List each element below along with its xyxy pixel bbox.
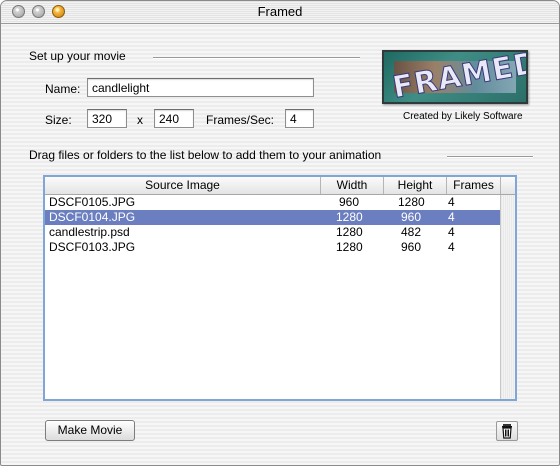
- frames-cell: 4: [448, 225, 455, 239]
- source-cell: candlestrip.psd: [49, 225, 130, 239]
- table-row[interactable]: DSCF0105.JPG 960 1280 4: [45, 195, 501, 210]
- source-cell: DSCF0105.JPG: [49, 195, 136, 209]
- make-movie-button[interactable]: Make Movie: [45, 420, 135, 441]
- height-cell: 482: [401, 225, 422, 239]
- trash-icon: [502, 424, 512, 439]
- frames-cell: 4: [448, 210, 455, 224]
- size-label: Size:: [45, 113, 72, 127]
- name-label: Name:: [45, 82, 81, 96]
- size-x-label: x: [137, 113, 143, 127]
- source-cell: DSCF0104.JPG: [49, 210, 136, 224]
- column-header-height[interactable]: Height: [384, 177, 447, 194]
- app-window: Framed Set up your movie Name: Size: x F…: [0, 0, 560, 466]
- frames-cell: 4: [448, 240, 455, 254]
- vertical-scrollbar[interactable]: [500, 195, 515, 399]
- fps-field[interactable]: [285, 109, 314, 128]
- list-divider: [447, 156, 533, 158]
- setup-divider: [153, 57, 360, 59]
- width-cell: 960: [339, 195, 360, 209]
- column-header-width[interactable]: Width: [321, 177, 384, 194]
- logo-text: FRAMED: [390, 50, 528, 104]
- height-cell: 1280: [398, 195, 425, 209]
- credit-text: Created by Likely Software: [403, 111, 523, 122]
- source-image-table[interactable]: Source Image Width Height Frames DSCF010…: [43, 175, 517, 401]
- framed-logo: FRAMED: [382, 50, 528, 104]
- width-cell: 1280: [336, 225, 363, 239]
- table-row-selected[interactable]: DSCF0104.JPG 1280 960 4: [45, 210, 501, 225]
- setup-section-label: Set up your movie: [29, 49, 126, 63]
- window-title: Framed: [257, 4, 303, 19]
- table-row[interactable]: DSCF0103.JPG 1280 960 4: [45, 240, 501, 255]
- name-field[interactable]: [87, 78, 314, 97]
- trash-button[interactable]: [496, 421, 518, 441]
- column-header-frames[interactable]: Frames: [447, 177, 501, 194]
- width-cell: 1280: [336, 240, 363, 254]
- source-cell: DSCF0103.JPG: [49, 240, 136, 254]
- table-header: Source Image Width Height Frames: [45, 177, 515, 195]
- height-cell: 960: [401, 240, 422, 254]
- width-cell: 1280: [336, 210, 363, 224]
- height-cell: 960: [401, 210, 422, 224]
- title-bar[interactable]: Framed: [1, 1, 559, 24]
- width-field[interactable]: [87, 109, 127, 128]
- table-row[interactable]: candlestrip.psd 1280 482 4: [45, 225, 501, 240]
- fps-label: Frames/Sec:: [206, 113, 275, 127]
- list-instructions: Drag files or folders to the list below …: [29, 148, 382, 162]
- height-field[interactable]: [154, 109, 194, 128]
- frames-cell: 4: [448, 195, 455, 209]
- column-header-source-image[interactable]: Source Image: [45, 177, 321, 194]
